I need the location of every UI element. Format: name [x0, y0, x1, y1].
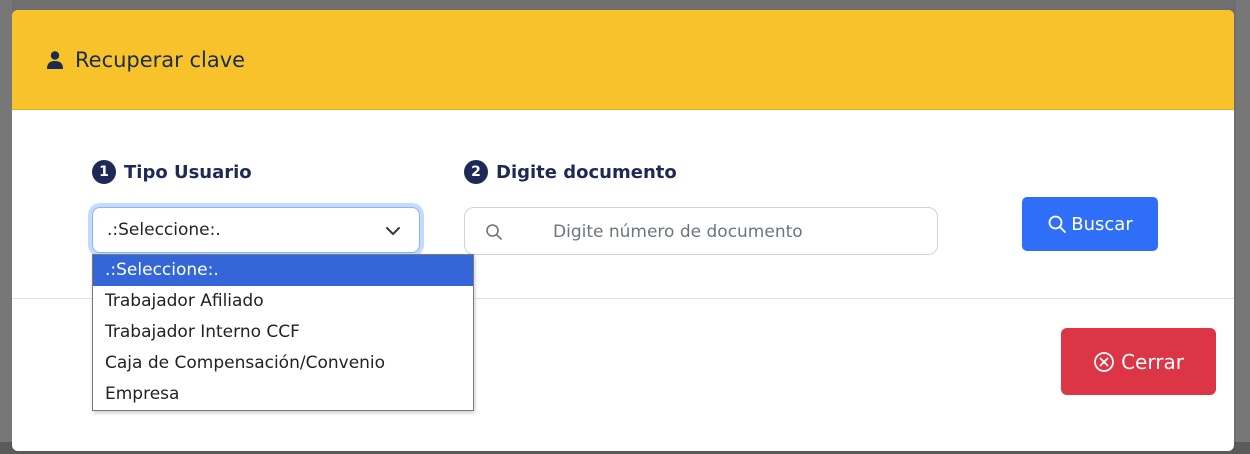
dropdown-option[interactable]: Trabajador Interno CCF — [93, 317, 473, 348]
cerrar-button[interactable]: Cerrar — [1061, 328, 1216, 395]
document-input[interactable] — [553, 218, 923, 246]
modal-title-text: Recuperar clave — [75, 47, 246, 72]
chevron-down-icon — [386, 227, 400, 235]
tipo-usuario-select[interactable]: .:Seleccione:. — [92, 207, 420, 253]
close-circle-icon — [1094, 351, 1114, 372]
modal-title: Recuperar clave — [45, 48, 245, 72]
search-icon — [1048, 215, 1067, 233]
tipo-usuario-label: 1 Tipo Usuario — [92, 160, 252, 184]
user-icon — [47, 50, 63, 69]
digite-documento-label: 2 Digite documento — [464, 160, 677, 184]
modal-header: Recuperar clave — [12, 10, 1234, 110]
cerrar-button-label: Cerrar — [1121, 349, 1184, 374]
step-badge-1: 1 — [92, 160, 116, 184]
digite-documento-label-text: Digite documento — [496, 161, 677, 183]
buscar-button-label: Buscar — [1071, 213, 1133, 235]
search-icon — [486, 224, 502, 240]
backdrop — [0, 0, 12, 454]
dropdown-option[interactable]: Caja de Compensación/Convenio — [93, 348, 473, 379]
dropdown-option[interactable]: .:Seleccione:. — [93, 255, 473, 286]
step-badge-2: 2 — [464, 160, 488, 184]
recover-password-modal: Recuperar clave 1 Tipo Usuario 2 Digite … — [12, 10, 1234, 451]
dropdown-option[interactable]: Empresa — [93, 379, 473, 410]
buscar-button[interactable]: Buscar — [1022, 197, 1158, 251]
tipo-usuario-label-text: Tipo Usuario — [124, 161, 252, 183]
select-value: .:Seleccione:. — [107, 220, 221, 240]
backdrop — [1236, 0, 1250, 454]
dropdown-option[interactable]: Trabajador Afiliado — [93, 286, 473, 317]
tipo-usuario-dropdown: .:Seleccione:. Trabajador Afiliado Traba… — [92, 254, 474, 411]
document-field[interactable] — [464, 207, 938, 255]
